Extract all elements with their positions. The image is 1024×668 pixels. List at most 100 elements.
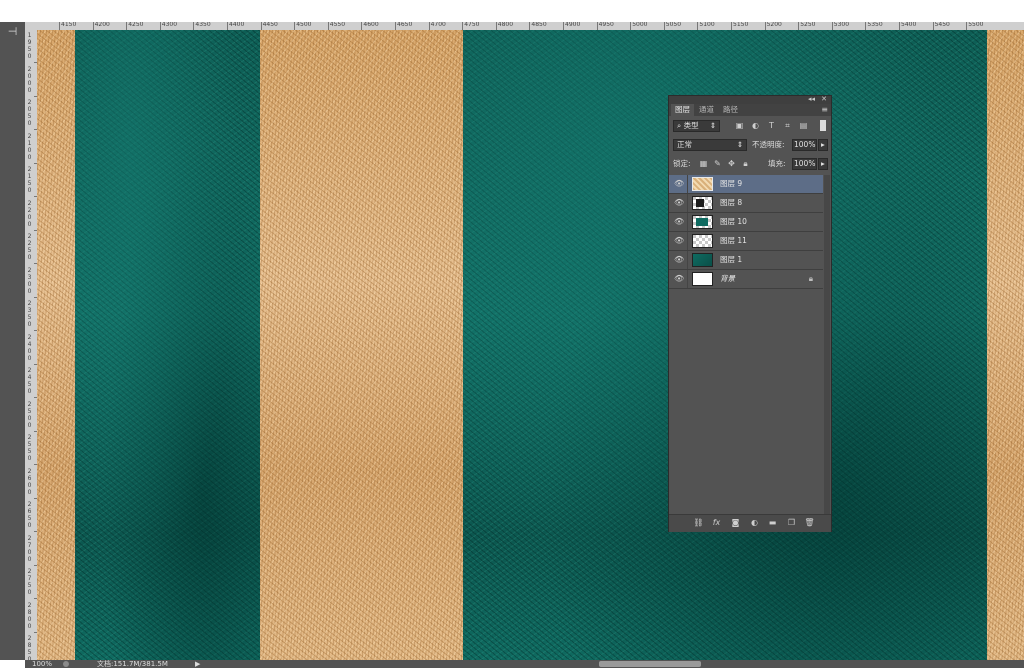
shape-filter-icon[interactable]: ⌗ [783,121,792,130]
visibility-eye-icon[interactable]: 👁︎ [674,256,684,264]
ruler-label: 4200 [94,22,110,28]
opacity-field[interactable]: 100% [792,139,817,151]
ruler-tick [327,22,329,30]
tab-paths[interactable]: 路径 [719,104,742,116]
ruler-label: 2200 [27,199,32,228]
ruler-tick [462,22,464,30]
tab-layers[interactable]: 图层 [671,104,694,116]
adjustment-icon[interactable]: ◐ [749,518,760,528]
new-layer-icon[interactable]: ❐ [786,518,797,528]
close-icon[interactable]: ✕ [821,95,827,103]
link-icon[interactable]: ⛓ [693,518,704,528]
collapse-icon[interactable]: ◂◂ [808,95,815,103]
layer-name[interactable]: 图层 8 [720,194,742,212]
ruler-label: 5300 [833,22,850,28]
layer-thumbnail[interactable] [692,253,713,267]
ruler-tick [764,22,766,30]
layer-row[interactable]: 👁︎ 图层 10 [669,213,823,232]
trash-icon[interactable]: 🗑︎ [804,518,815,528]
lock-pixels-icon[interactable]: ✎ [713,159,722,168]
ruler-tick [361,22,363,30]
lock-all-icon[interactable]: 🔒︎ [741,159,750,168]
layer-row[interactable]: 👁︎ 图层 9 [669,175,823,194]
ruler-tick [59,22,60,30]
fill-dropdown-icon[interactable]: ▸ [818,158,828,170]
blend-mode-select[interactable]: 正常 ⇕ [673,139,747,151]
zoom-level[interactable]: 100% [32,660,52,668]
mask-icon[interactable]: ◙ [730,518,741,528]
visibility-eye-icon[interactable]: 👁︎ [674,237,684,245]
opacity-dropdown-icon[interactable]: ▸ [818,139,828,151]
lock-label: 锁定: [673,159,691,168]
ruler-label: 5200 [766,22,782,28]
filter-toggle-icon[interactable] [820,120,826,131]
layer-row[interactable]: 👁︎ 背景 🔒︎ [669,270,823,289]
lock-position-icon[interactable]: ✥ [727,159,736,168]
visibility-eye-icon[interactable]: 👁︎ [674,218,684,226]
layer-thumbnail[interactable] [692,177,713,191]
layer-name[interactable]: 图层 10 [720,213,747,231]
tab-channels[interactable]: 通道 [695,104,718,116]
ruler-tick [529,22,531,30]
layer-name[interactable]: 图层 11 [720,232,747,250]
lock-transparency-icon[interactable]: ▦ [699,159,708,168]
status-menu-arrow-icon[interactable]: ▶ [195,660,200,668]
panel-menu-icon[interactable]: ≡ [821,105,828,114]
layer-row[interactable]: 👁︎ 图层 1 [669,251,823,270]
smart-object-filter-icon[interactable]: ▤ [799,121,808,130]
visibility-eye-icon[interactable]: 👁︎ [674,180,684,188]
layer-thumbnail[interactable] [692,196,713,210]
move-tool-icon[interactable]: ⊣ [5,26,20,38]
ruler-tick [697,22,699,30]
gold-stripe [987,30,1024,660]
divider [687,194,688,212]
fx-icon[interactable]: fx [711,518,722,528]
visibility-eye-icon[interactable]: 👁︎ [674,199,684,207]
ruler-label: 2050 [27,99,32,127]
layer-name[interactable]: 背景 [720,270,735,288]
ruler-label: 5250 [800,22,816,28]
visibility-eye-icon[interactable]: 👁︎ [674,275,684,283]
ruler-label: 4500 [296,22,312,28]
ruler-tick [126,22,128,30]
horizontal-scrollbar[interactable] [599,661,701,667]
ruler-label: 2600 [27,467,32,496]
layer-row[interactable]: 👁︎ 图层 8 [669,194,823,213]
filter-kind-value: 类型 [683,121,699,130]
pixel-filter-icon[interactable]: ▣ [735,121,744,130]
layer-name[interactable]: 图层 9 [720,175,742,193]
ruler-label: 2800 [27,601,32,630]
layer-thumbnail[interactable] [692,272,713,286]
ruler-label: 4800 [497,22,514,28]
document-canvas[interactable] [37,30,1024,660]
ruler-label: 2550 [27,434,32,462]
gold-stripe [260,30,463,660]
layer-thumbnail[interactable] [692,234,713,248]
ruler-tick [395,22,396,30]
ruler-label: 2500 [27,400,32,429]
document-size: 文档:151.7M/381.5M [97,660,168,668]
thumbnail-content [696,218,708,226]
ruler-label: 4150 [61,22,77,28]
layers-scrollbar[interactable] [824,175,830,515]
panel-titlebar[interactable]: ◂◂ ✕ [669,95,831,104]
divider [687,251,688,269]
layer-thumbnail[interactable] [692,215,713,229]
layer-name[interactable]: 图层 1 [720,251,742,269]
top-margin [0,0,1024,22]
layer-row[interactable]: 👁︎ 图层 11 [669,232,823,251]
ruler-tick [260,22,262,30]
ruler-label: 2150 [27,166,32,194]
filter-kind-select[interactable]: ⌕ 类型 ⇕ [673,120,720,132]
ruler-label: 2000 [27,65,32,94]
folder-icon[interactable]: ▬ [767,518,778,528]
zoom-button-icon[interactable] [63,661,69,667]
ruler-tick [563,22,564,30]
adjustment-filter-icon[interactable]: ◐ [751,121,760,130]
fill-field[interactable]: 100% [792,158,817,170]
ruler-label: 5350 [867,22,883,28]
ruler-label: 4700 [430,22,446,28]
type-filter-icon[interactable]: T [767,121,776,130]
ruler-tick [193,22,195,30]
ruler-label: 5000 [632,22,648,28]
